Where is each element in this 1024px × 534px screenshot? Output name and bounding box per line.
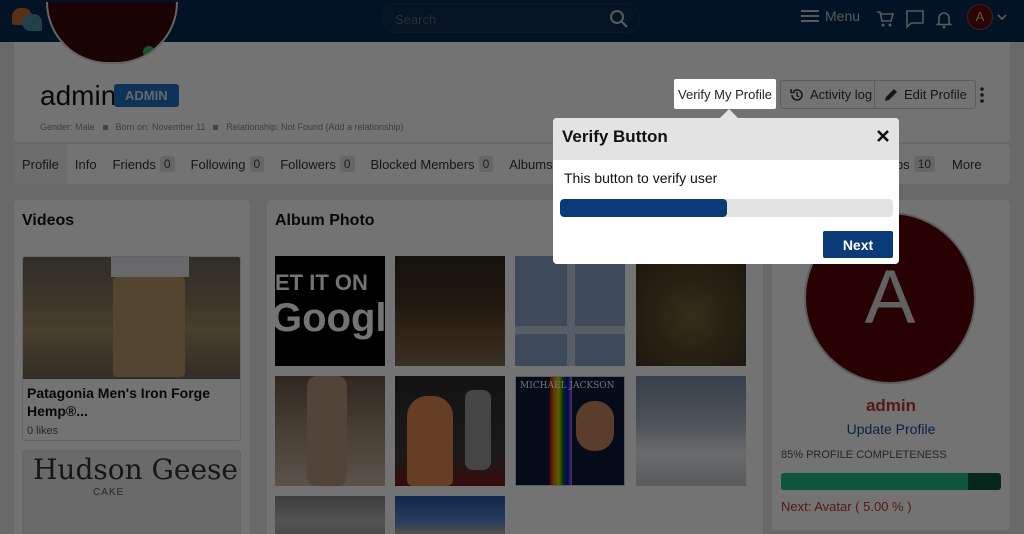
popover-body: This button to verify user: [564, 170, 718, 186]
tour-backdrop[interactable]: [0, 0, 1024, 534]
popover-arrow: [720, 109, 738, 118]
popover-title: Verify Button: [562, 127, 668, 146]
tour-progress-bar: [560, 199, 893, 217]
popover-header: Verify Button: [553, 118, 899, 160]
close-icon[interactable]: [875, 128, 891, 144]
tour-progress-fill: [560, 199, 727, 217]
tour-popover: Verify Button This button to verify user…: [553, 109, 899, 264]
verify-profile-button[interactable]: Verify My Profile: [674, 79, 776, 109]
next-button[interactable]: Next: [823, 231, 893, 258]
